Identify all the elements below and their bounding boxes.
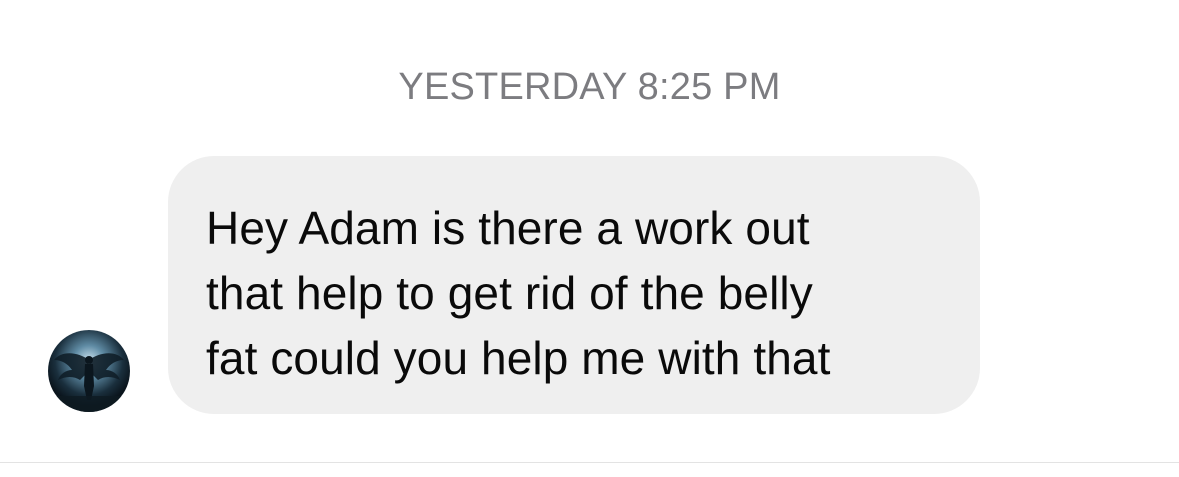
message-text: Hey Adam is there a work out that help t… <box>206 202 831 384</box>
bottom-divider <box>0 462 1179 463</box>
sender-avatar[interactable] <box>48 330 130 412</box>
chat-thread: YESTERDAY 8:25 PM Hey Adam is there a wo… <box>0 0 1179 477</box>
incoming-message-row: Hey Adam is there a work out that help t… <box>0 156 1179 416</box>
message-timestamp: YESTERDAY 8:25 PM <box>398 66 781 108</box>
angel-wings-avatar-icon <box>48 330 130 412</box>
message-bubble[interactable]: Hey Adam is there a work out that help t… <box>168 156 980 414</box>
